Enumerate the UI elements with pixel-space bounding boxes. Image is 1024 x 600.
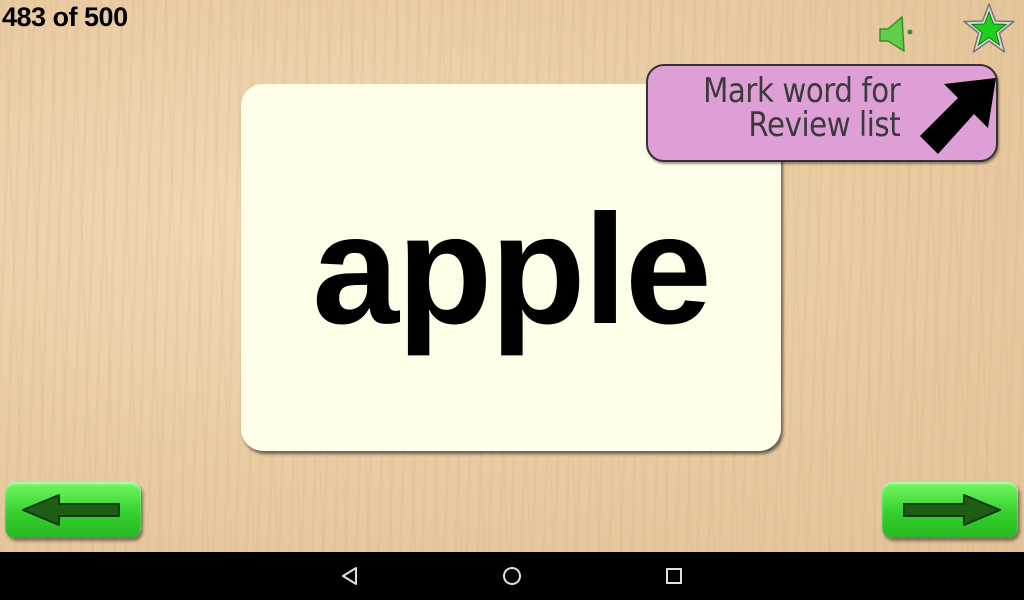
- next-word-button[interactable]: [882, 482, 1018, 538]
- home-circle-icon: [503, 567, 521, 585]
- review-star-button[interactable]: [962, 2, 1016, 56]
- star-icon: [963, 3, 1015, 53]
- system-home-button[interactable]: [500, 564, 524, 588]
- word-text: apple: [312, 183, 711, 357]
- flashcard-screen: 483 of 500 apple Mark word for Review li…: [0, 0, 1024, 552]
- tooltip-line-2: Review list: [748, 105, 900, 145]
- recents-square-icon: [666, 568, 682, 584]
- system-recents-button[interactable]: [662, 564, 686, 588]
- mark-review-tooltip: Mark word for Review list: [646, 64, 998, 162]
- arrow-left-icon: [22, 494, 120, 526]
- system-back-button[interactable]: [338, 564, 362, 588]
- previous-word-button[interactable]: [5, 482, 141, 538]
- system-navigation-bar: [0, 552, 1024, 600]
- speaker-button[interactable]: [876, 14, 916, 54]
- arrow-right-icon: [903, 494, 1001, 526]
- tooltip-text: Mark word for Review list: [702, 71, 901, 145]
- speaker-icon: [879, 16, 913, 52]
- arrow-up-right-icon: [920, 78, 996, 154]
- progress-counter: 483 of 500: [2, 2, 128, 32]
- tooltip-line-1: Mark word for: [702, 71, 901, 111]
- back-triangle-icon: [342, 567, 357, 585]
